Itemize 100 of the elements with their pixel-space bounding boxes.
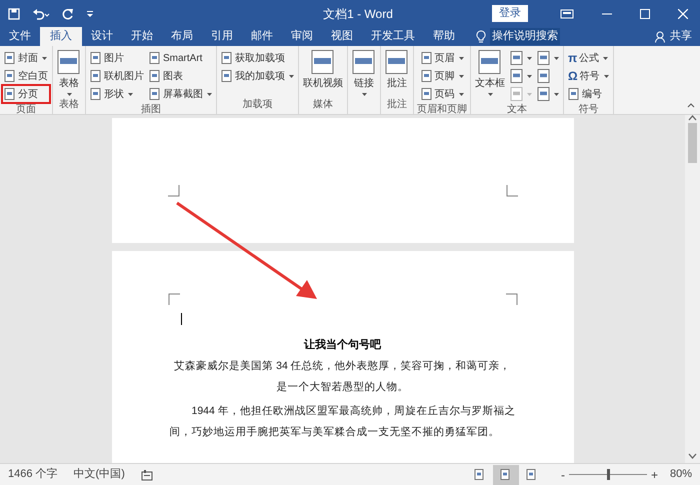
zoom-out-button[interactable]: - xyxy=(560,468,565,480)
ribbon-button[interactable]: 页脚 xyxy=(420,68,464,84)
ribbon-button[interactable] xyxy=(536,50,560,66)
page-icon xyxy=(221,52,233,64)
ribbon-button[interactable]: Ω 符号 xyxy=(567,68,610,84)
customize-icon[interactable] xyxy=(86,10,94,18)
ribbon-button[interactable]: 联机图片 xyxy=(89,68,145,84)
ribbon-button[interactable]: 获取加载项 xyxy=(220,50,295,66)
scroll-thumb[interactable] xyxy=(688,123,697,163)
page-icon xyxy=(537,87,551,101)
window-title: 文档1 - Word xyxy=(322,6,394,22)
ribbon-tab[interactable]: 设计 xyxy=(82,27,122,46)
ribbon-button[interactable]: 图片 xyxy=(89,50,145,66)
document-heading: 让我当个句号吧 xyxy=(304,338,381,353)
ribbon-button[interactable]: π 公式 xyxy=(567,50,610,66)
ribbon-button[interactable]: SmartArt xyxy=(148,50,213,66)
group-label: 加载项 xyxy=(242,98,272,112)
ribbon-button[interactable]: 编号 xyxy=(567,86,610,102)
page-icon xyxy=(510,51,524,65)
ribbon-tab[interactable]: 文件 xyxy=(0,27,40,46)
page-icon xyxy=(221,70,233,82)
ribbon-tab[interactable]: 邮件 xyxy=(242,27,282,46)
share-button[interactable]: 共享 xyxy=(655,27,692,46)
page-icon xyxy=(311,50,335,74)
ribbon-button[interactable]: 页眉 xyxy=(420,50,464,66)
page-icon xyxy=(420,70,432,82)
collapse-ribbon-icon[interactable] xyxy=(687,103,695,108)
scroll-up-icon[interactable] xyxy=(688,115,697,121)
ribbon-button[interactable]: 页码 xyxy=(420,86,464,102)
group-label: 表格 xyxy=(59,98,79,112)
ribbon-button[interactable]: 链接 xyxy=(351,50,377,96)
zoom-level[interactable]: 80% xyxy=(670,466,692,483)
group-label: 插图 xyxy=(141,103,161,117)
scrollbar[interactable] xyxy=(685,115,700,463)
undo-icon[interactable] xyxy=(32,8,50,20)
ribbon-button[interactable]: 形状 xyxy=(89,86,145,102)
macro-icon[interactable] xyxy=(140,468,153,480)
ribbon-tab[interactable]: 引用 xyxy=(202,27,242,46)
page-icon xyxy=(474,469,486,480)
page-icon xyxy=(57,50,81,74)
group-label: 页眉和页脚 xyxy=(417,102,467,117)
page-icon xyxy=(568,88,580,100)
ribbon-button[interactable]: 批注 xyxy=(384,50,410,91)
slider-thumb[interactable] xyxy=(606,469,610,480)
ribbon-tab[interactable]: 帮助 xyxy=(424,27,464,46)
ribbon-button[interactable]: 我的加载项 xyxy=(220,68,295,84)
page-icon xyxy=(90,52,102,64)
tell-me-field[interactable]: 操作说明搜索 xyxy=(490,28,560,45)
page-icon xyxy=(537,69,551,83)
ribbon-button[interactable]: 表格 xyxy=(56,50,82,96)
ribbon-tab[interactable]: 开发工具 xyxy=(362,27,424,46)
crop-mark-icon xyxy=(168,293,180,305)
ribbon-button[interactable]: 分页 xyxy=(3,86,49,102)
ribbon-button[interactable]: 文本框 xyxy=(474,50,506,96)
person-icon xyxy=(655,30,666,42)
ribbon-button[interactable] xyxy=(509,68,533,84)
ribbon-tab[interactable]: 审阅 xyxy=(282,27,322,46)
save-icon[interactable] xyxy=(8,8,20,20)
ribbon-button[interactable]: 联机视频 xyxy=(302,50,344,91)
page-icon xyxy=(90,70,102,82)
ribbon-tab[interactable]: 插入 xyxy=(40,27,82,46)
view-button[interactable] xyxy=(492,464,519,484)
page-icon xyxy=(4,52,16,64)
ribbon-tab[interactable]: 视图 xyxy=(322,27,362,46)
ribbon-button[interactable]: 图表 xyxy=(148,68,213,84)
crop-mark-icon xyxy=(506,293,518,305)
text-cursor xyxy=(180,313,182,325)
language-indicator[interactable]: 中文(中国) xyxy=(74,466,125,483)
crop-mark-icon xyxy=(506,185,518,197)
ribbon-button[interactable]: 封面 xyxy=(3,50,49,66)
redo-icon[interactable] xyxy=(62,8,74,20)
page-icon xyxy=(352,50,376,74)
page-icon xyxy=(526,469,538,480)
page-icon xyxy=(4,88,16,100)
ribbon-button[interactable] xyxy=(509,50,533,66)
maximize-icon[interactable] xyxy=(640,8,650,18)
symbol-glyph: Ω xyxy=(568,70,578,82)
paragraph: 1944 年，他担任欧洲战区盟军最高统帅，周旋在丘吉尔与罗斯福之间，巧妙地运用手腕把英军与美军糅合成一支无坚不摧的勇猛军团。 xyxy=(170,404,516,440)
ribbon-button[interactable]: 屏幕截图 xyxy=(148,86,213,102)
group-label: 页面 xyxy=(16,103,36,117)
ribbon-button[interactable]: 空白页 xyxy=(3,68,49,84)
page-icon xyxy=(149,70,161,82)
scroll-down-icon[interactable] xyxy=(688,453,697,459)
zoom-slider[interactable] xyxy=(568,469,647,480)
close-icon[interactable] xyxy=(678,8,688,18)
zoom-in-button[interactable]: + xyxy=(650,468,658,480)
page-icon xyxy=(537,51,551,65)
ribbon-tab[interactable]: 布局 xyxy=(162,27,202,46)
page-icon xyxy=(420,88,432,100)
page-icon xyxy=(90,88,102,100)
page-icon xyxy=(510,69,524,83)
ribbon-button[interactable] xyxy=(536,86,560,102)
login-button[interactable]: 登录 xyxy=(492,5,528,22)
lightbulb-icon xyxy=(476,30,486,43)
page-icon xyxy=(149,52,161,64)
symbol-glyph: π xyxy=(568,52,578,64)
ribbon-display-icon[interactable] xyxy=(560,8,574,18)
page-icon xyxy=(420,52,432,64)
ribbon-tab[interactable]: 开始 xyxy=(122,27,162,46)
word-count[interactable]: 1466 个字 xyxy=(8,466,58,483)
